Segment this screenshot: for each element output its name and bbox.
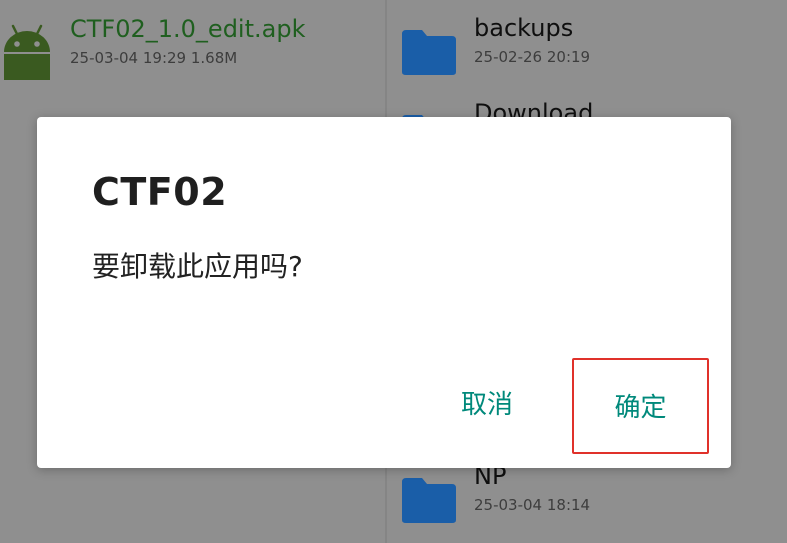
dialog-title: CTF02	[92, 170, 228, 214]
folder-name: backups	[474, 14, 574, 42]
apk-file-item[interactable]: CTF02_1.0_edit.apk 25-03-04 19:29 1.68M	[0, 10, 385, 80]
folder-meta: 25-03-04 18:14	[474, 496, 591, 514]
android-icon	[0, 22, 56, 80]
folder-icon	[400, 28, 458, 76]
confirm-button[interactable]: 确定	[572, 358, 709, 454]
cancel-button[interactable]: 取消	[447, 383, 527, 427]
apk-file-name: CTF02_1.0_edit.apk	[70, 15, 306, 43]
folder-meta: 25-02-26 20:19	[474, 48, 591, 66]
dialog-message: 要卸载此应用吗?	[92, 250, 303, 283]
apk-file-meta: 25-03-04 19:29 1.68M	[70, 49, 238, 67]
uninstall-dialog: CTF02 要卸载此应用吗? 取消 确定	[37, 117, 731, 468]
folder-item-backups[interactable]: backups 25-02-26 20:19	[387, 10, 787, 80]
folder-icon	[400, 476, 458, 524]
folder-item-np[interactable]: NP 25-03-04 18:14	[387, 458, 787, 528]
